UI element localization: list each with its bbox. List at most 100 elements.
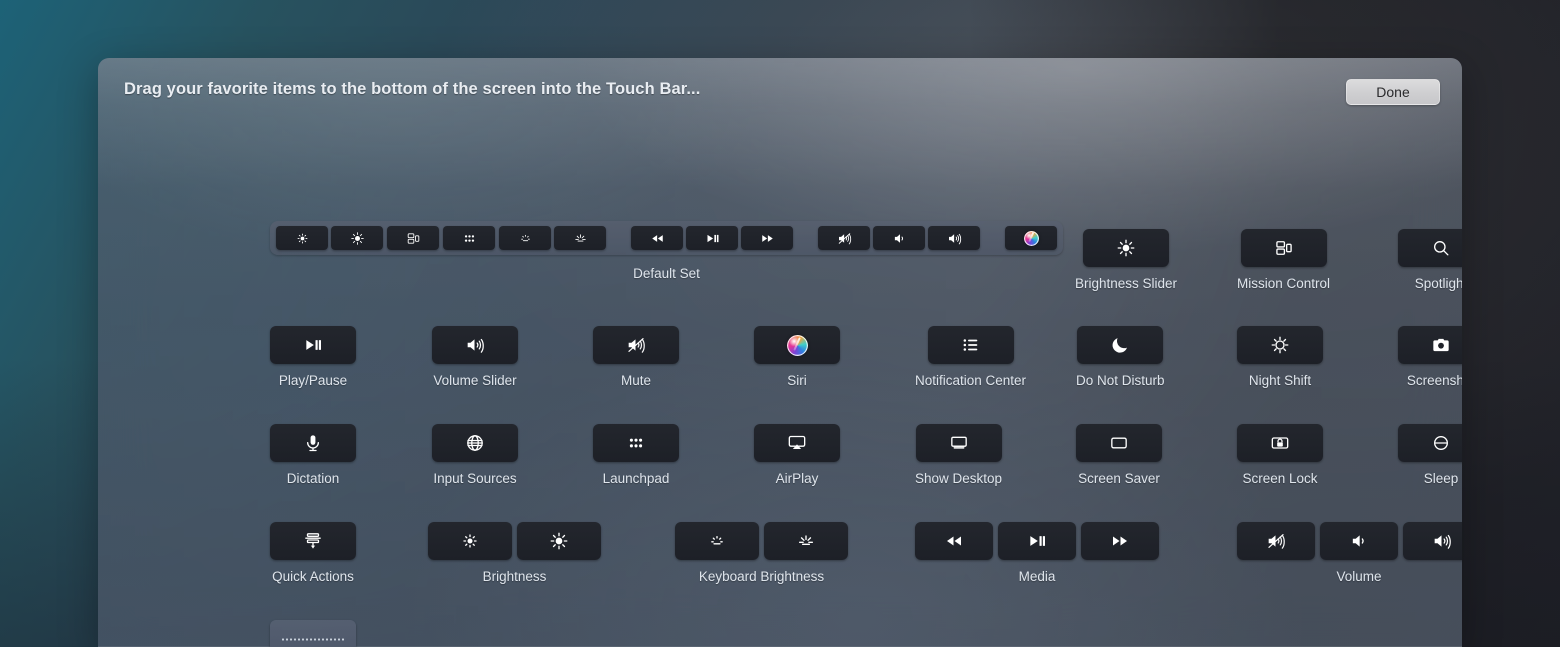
keyboard-brightness-down-icon[interactable] xyxy=(675,522,759,560)
keyboard-brightness-down-icon[interactable] xyxy=(499,226,551,250)
item-do-not-disturb[interactable]: Do Not Disturb xyxy=(1076,326,1165,388)
rewind-icon[interactable] xyxy=(915,522,993,560)
item-volume[interactable]: Volume xyxy=(1237,522,1462,584)
item-screen-lock[interactable]: Screen Lock xyxy=(1237,424,1323,486)
item-tiles xyxy=(428,522,601,560)
item-tiles xyxy=(1237,522,1462,560)
input-sources-icon[interactable] xyxy=(432,424,518,462)
item-label: AirPlay xyxy=(775,471,819,486)
space-dotted-line xyxy=(281,637,345,641)
item-label: Play/Pause xyxy=(278,373,348,388)
item-label: Screen Saver xyxy=(1078,471,1160,486)
screen-lock-icon[interactable] xyxy=(1237,424,1323,462)
mute-icon[interactable] xyxy=(818,226,870,250)
item-brightness-slider[interactable]: Brightness Slider xyxy=(1075,229,1177,291)
item-mission-control[interactable]: Mission Control xyxy=(1237,229,1330,291)
launchpad-icon[interactable] xyxy=(443,226,495,250)
item-tiles xyxy=(915,522,1159,560)
item-tiles xyxy=(1398,424,1462,462)
item-night-shift[interactable]: Night Shift xyxy=(1237,326,1323,388)
dictation-icon[interactable] xyxy=(270,424,356,462)
screenshot-icon[interactable] xyxy=(1398,326,1462,364)
item-label: Do Not Disturb xyxy=(1076,373,1165,388)
item-media[interactable]: Media xyxy=(915,522,1159,584)
keyboard-brightness-up-icon[interactable] xyxy=(764,522,848,560)
item-input-sources[interactable]: Input Sources xyxy=(432,424,518,486)
night-shift-icon[interactable] xyxy=(1237,326,1323,364)
screen-saver-icon[interactable] xyxy=(1076,424,1162,462)
default-set-strip[interactable] xyxy=(270,221,1063,255)
brightness-up-icon[interactable] xyxy=(517,522,601,560)
sleep-icon[interactable] xyxy=(1398,424,1462,462)
item-quick-actions[interactable]: Quick Actions xyxy=(270,522,356,584)
siri-icon[interactable] xyxy=(1005,226,1057,250)
strip-group xyxy=(1005,226,1057,250)
item-volume-slider[interactable]: Volume Slider xyxy=(432,326,518,388)
brightness-down-icon[interactable] xyxy=(428,522,512,560)
siri-icon[interactable] xyxy=(754,326,840,364)
item-tiles xyxy=(754,326,840,364)
volume-slider-icon[interactable] xyxy=(432,326,518,364)
mission-control-icon[interactable] xyxy=(387,226,439,250)
keyboard-brightness-up-icon[interactable] xyxy=(554,226,606,250)
item-brightness[interactable]: Brightness xyxy=(428,522,601,584)
play-pause-icon[interactable] xyxy=(686,226,738,250)
spotlight-icon[interactable] xyxy=(1398,229,1462,267)
fast-forward-icon[interactable] xyxy=(1081,522,1159,560)
show-desktop-icon[interactable] xyxy=(915,424,1002,462)
strip-group xyxy=(818,226,980,250)
airplay-icon[interactable] xyxy=(754,424,840,462)
touch-bar-customize-panel: Drag your favorite items to the bottom o… xyxy=(98,58,1462,647)
rewind-icon[interactable] xyxy=(631,226,683,250)
item-sleep[interactable]: Sleep xyxy=(1398,424,1462,486)
item-tiles xyxy=(1083,229,1170,267)
item-label: Brightness Slider xyxy=(1075,276,1178,291)
item-play-pause[interactable]: Play/Pause xyxy=(270,326,356,388)
item-launchpad[interactable]: Launchpad xyxy=(593,424,679,486)
mute-icon[interactable] xyxy=(1237,522,1315,560)
item-mute[interactable]: Mute xyxy=(593,326,679,388)
item-notification-center[interactable]: Notification Center xyxy=(915,326,1026,388)
item-siri[interactable]: Siri xyxy=(754,326,840,388)
item-tiles xyxy=(593,424,679,462)
item-label: Dictation xyxy=(286,471,340,486)
item-tiles xyxy=(1237,424,1323,462)
strip-group xyxy=(499,226,606,250)
do-not-disturb-icon[interactable] xyxy=(1077,326,1164,364)
item-spotlight[interactable]: Spotlight xyxy=(1398,229,1462,291)
done-button[interactable]: Done xyxy=(1346,79,1440,105)
volume-down-icon[interactable] xyxy=(873,226,925,250)
item-label: Brightness xyxy=(482,569,547,584)
panel-header: Drag your favorite items to the bottom o… xyxy=(98,58,1462,130)
item-keyboard-brightness[interactable]: Keyboard Brightness xyxy=(675,522,848,584)
space-icon[interactable] xyxy=(270,620,356,647)
volume-up-icon[interactable] xyxy=(928,226,980,250)
item-screenshot[interactable]: Screenshot xyxy=(1398,326,1462,388)
item-tiles xyxy=(915,424,1002,462)
item-label: Sleep xyxy=(1423,471,1459,486)
item-show-desktop[interactable]: Show Desktop xyxy=(915,424,1002,486)
item-tiles xyxy=(1237,326,1323,364)
mute-icon[interactable] xyxy=(593,326,679,364)
mission-control-icon[interactable] xyxy=(1240,229,1327,267)
quick-actions-icon[interactable] xyxy=(270,522,356,560)
play-pause-icon[interactable] xyxy=(270,326,356,364)
volume-up-icon[interactable] xyxy=(1403,522,1462,560)
brightness-up-icon[interactable] xyxy=(331,226,383,250)
item-label: Volume Slider xyxy=(433,373,517,388)
brightness-slider-icon[interactable] xyxy=(1083,229,1170,267)
item-screen-saver[interactable]: Screen Saver xyxy=(1076,424,1162,486)
item-dictation[interactable]: Dictation xyxy=(270,424,356,486)
launchpad-icon[interactable] xyxy=(593,424,679,462)
brightness-down-icon[interactable] xyxy=(276,226,328,250)
notification-center-icon[interactable] xyxy=(927,326,1014,364)
play-pause-icon[interactable] xyxy=(998,522,1076,560)
item-space[interactable]: Space xyxy=(270,620,356,647)
item-tiles xyxy=(432,424,518,462)
item-label: Notification Center xyxy=(915,373,1027,388)
fast-forward-icon[interactable] xyxy=(741,226,793,250)
item-tiles xyxy=(1240,229,1327,267)
volume-down-icon[interactable] xyxy=(1320,522,1398,560)
default-set-item[interactable]: Default Set xyxy=(270,221,1063,281)
item-airplay[interactable]: AirPlay xyxy=(754,424,840,486)
